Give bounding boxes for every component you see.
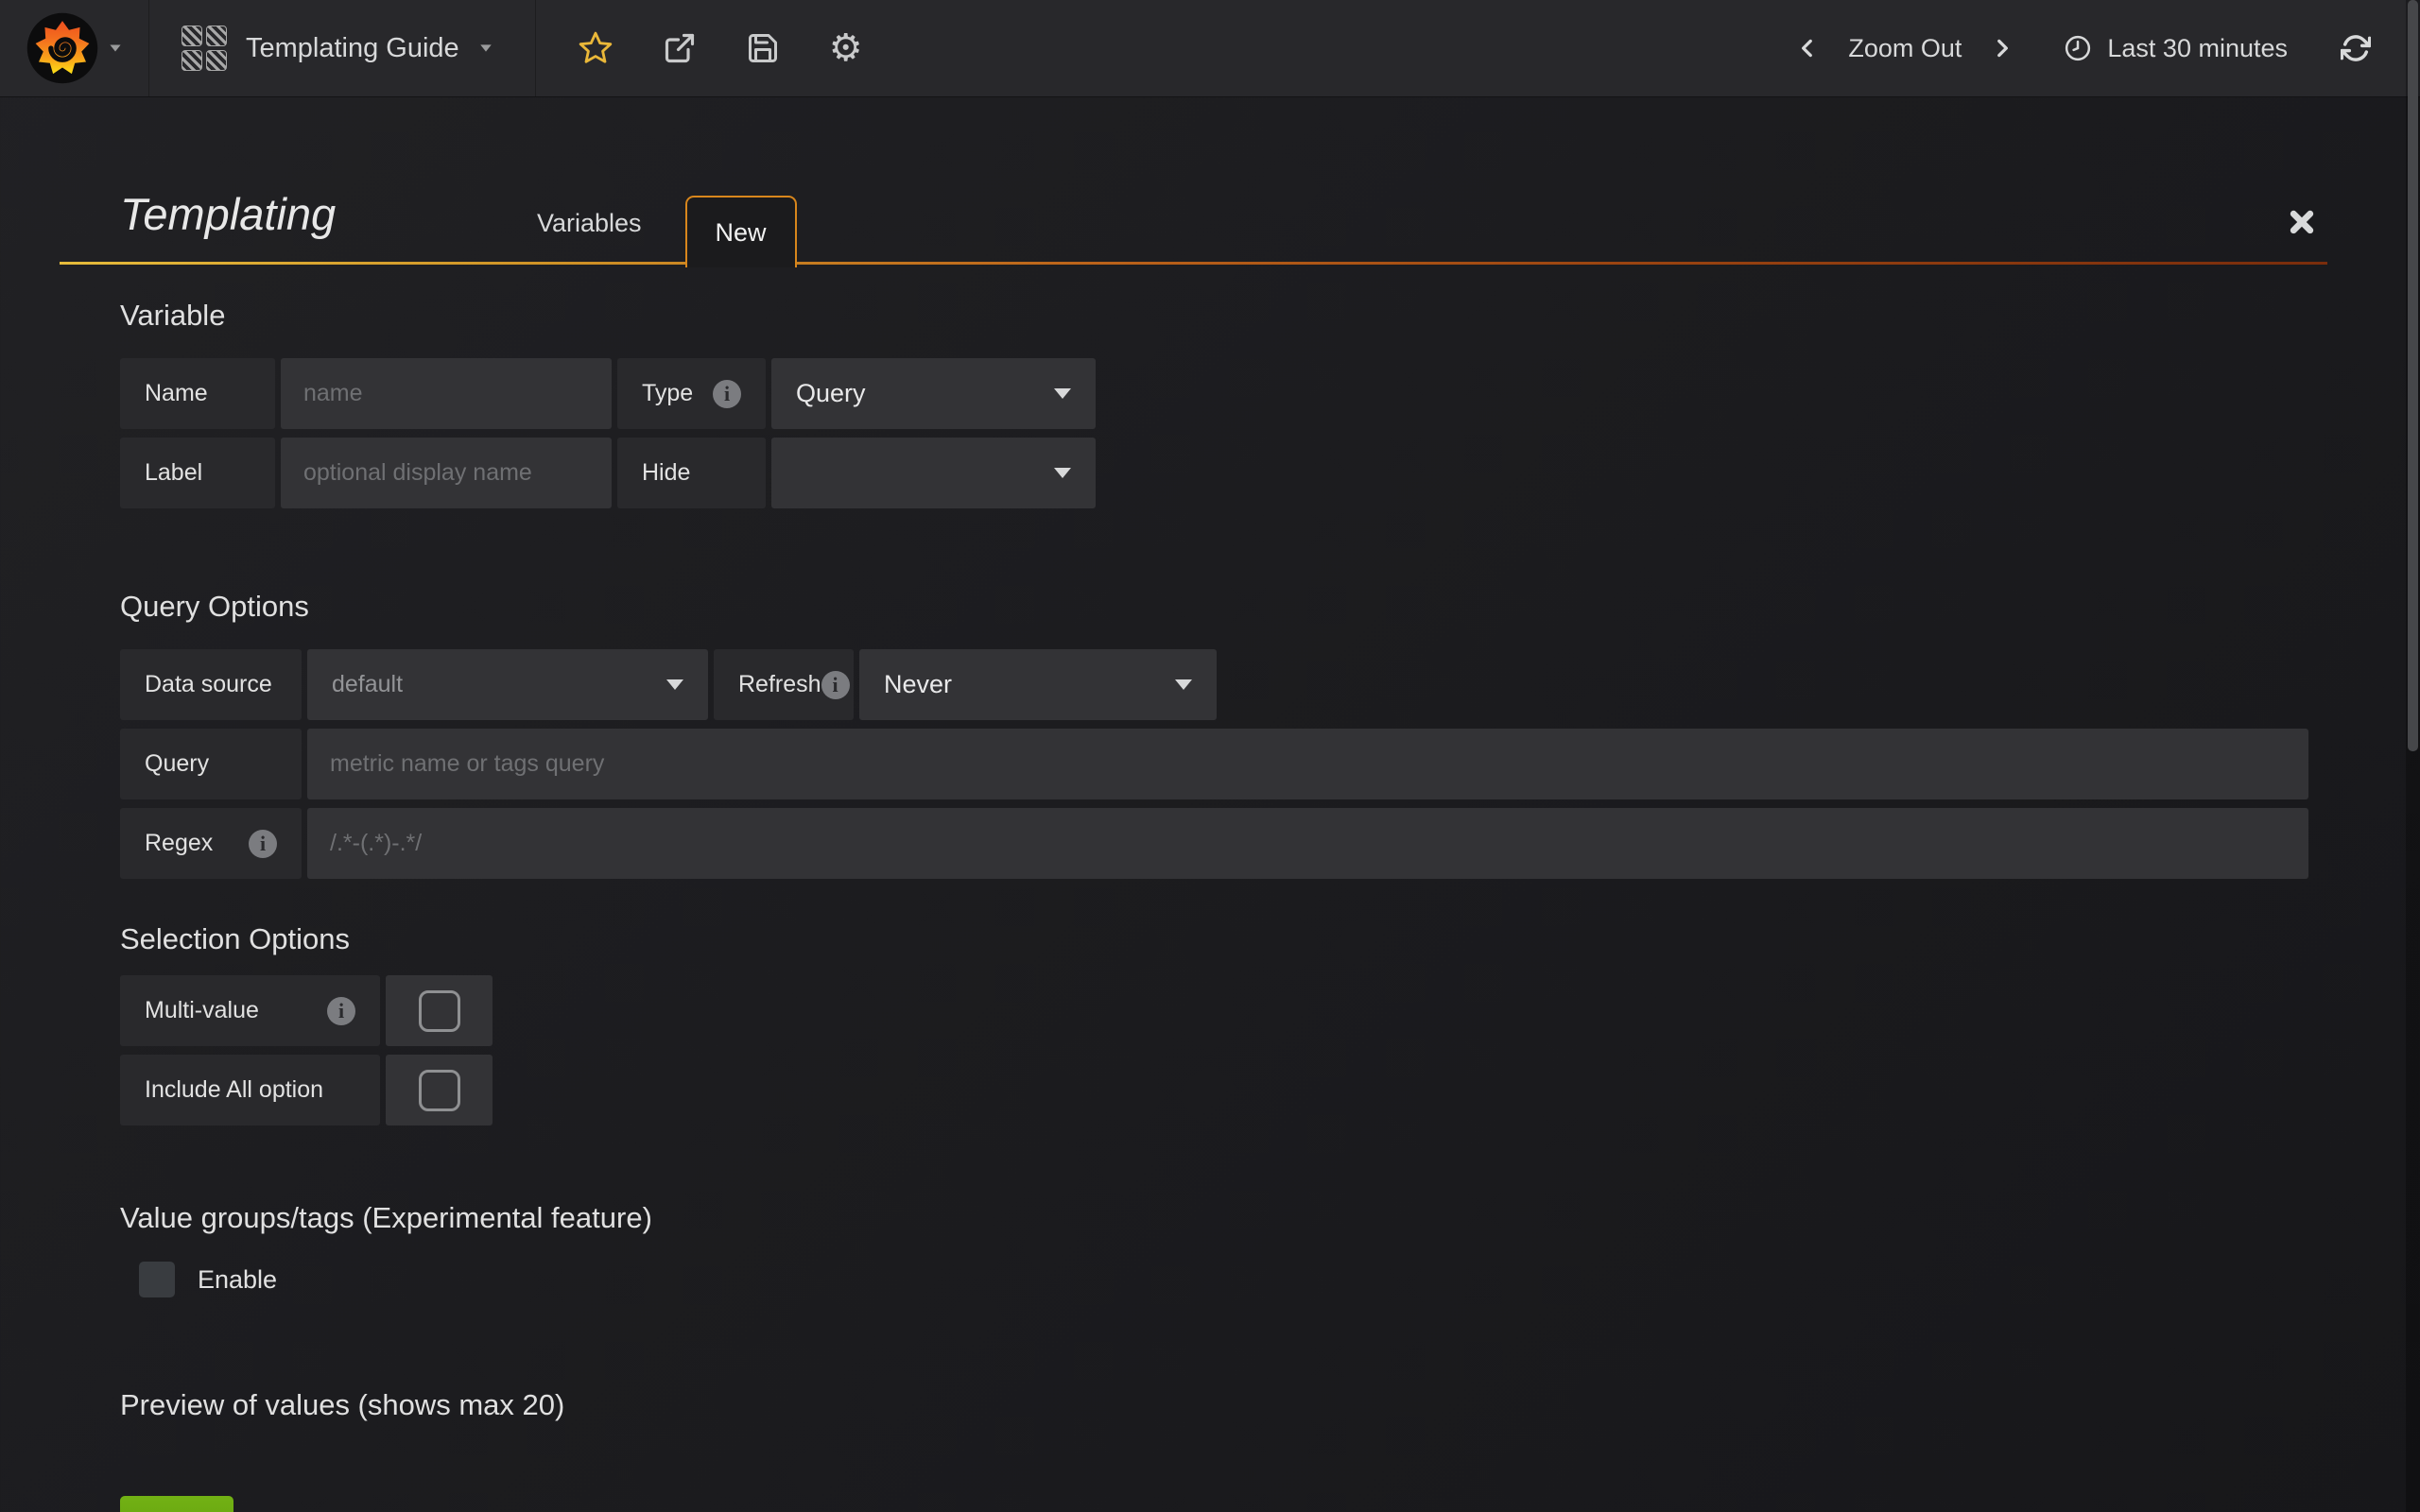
include-all-row: Include All option bbox=[120, 1055, 2308, 1125]
selection-options-heading: Selection Options bbox=[120, 922, 2354, 956]
preview-section: Preview of values (shows max 20) bbox=[120, 1388, 2354, 1422]
chevron-right-icon bbox=[1990, 36, 2014, 60]
tabs: Variables New bbox=[454, 196, 797, 265]
query-label: Query bbox=[120, 729, 302, 799]
time-forward-button[interactable] bbox=[1990, 36, 2014, 60]
type-select[interactable]: Query bbox=[771, 358, 1096, 429]
save-icon bbox=[746, 31, 780, 65]
include-all-label: Include All option bbox=[120, 1055, 380, 1125]
label-label: Label bbox=[120, 438, 275, 508]
refresh-label-text: Refresh bbox=[738, 671, 821, 698]
multi-value-label-text: Multi-value bbox=[145, 997, 259, 1024]
grafana-logo-icon bbox=[26, 12, 98, 84]
star-icon bbox=[578, 30, 614, 66]
variable-section: Variable Name Type i Query Label Hide bbox=[120, 299, 2354, 508]
chevron-left-icon bbox=[1795, 36, 1820, 60]
regex-info-icon[interactable]: i bbox=[249, 830, 277, 858]
selection-options-section: Selection Options Multi-value i Include … bbox=[120, 922, 2354, 1125]
dashboard-title: Templating Guide bbox=[246, 33, 459, 64]
scrollbar-track bbox=[2406, 0, 2420, 1512]
add-button[interactable]: Add bbox=[120, 1496, 233, 1512]
type-label-text: Type bbox=[642, 380, 693, 407]
dashboard-grid-icon bbox=[182, 26, 227, 71]
checkbox-icon bbox=[419, 990, 460, 1032]
navbar-spacer bbox=[863, 0, 1796, 96]
hide-select[interactable] bbox=[771, 438, 1096, 508]
refresh-button[interactable] bbox=[2341, 33, 2371, 63]
multi-value-checkbox[interactable] bbox=[386, 975, 493, 1046]
value-groups-section: Value groups/tags (Experimental feature)… bbox=[120, 1201, 2354, 1297]
datasource-select[interactable]: default bbox=[307, 649, 708, 720]
gear-icon: ⚙ bbox=[829, 29, 863, 67]
regex-label: Regex i bbox=[120, 808, 302, 879]
refresh-info-icon[interactable]: i bbox=[821, 671, 850, 699]
name-input[interactable] bbox=[281, 358, 612, 429]
multi-value-info-icon[interactable]: i bbox=[327, 997, 355, 1025]
tab-new[interactable]: New bbox=[685, 196, 797, 267]
zoom-out-button[interactable]: Zoom Out bbox=[1848, 34, 1962, 63]
refresh-label: Refresh i bbox=[714, 649, 854, 720]
navbar: Templating Guide ⚙ bbox=[0, 0, 2420, 97]
type-select-value: Query bbox=[796, 379, 866, 408]
hide-label: Hide bbox=[617, 438, 766, 508]
settings-button[interactable]: ⚙ bbox=[829, 29, 863, 67]
chevron-down-icon bbox=[1054, 468, 1071, 478]
value-groups-heading: Value groups/tags (Experimental feature) bbox=[120, 1201, 2354, 1235]
checkbox-icon bbox=[419, 1070, 460, 1111]
include-all-checkbox[interactable] bbox=[386, 1055, 493, 1125]
chevron-down-icon bbox=[1054, 388, 1071, 399]
enable-checkbox[interactable] bbox=[139, 1262, 175, 1297]
scrollbar-thumb[interactable] bbox=[2408, 0, 2418, 751]
query-options-section: Query Options Data source default Refres… bbox=[120, 590, 2354, 879]
grafana-menu-button[interactable] bbox=[0, 0, 149, 96]
query-options-heading: Query Options bbox=[120, 590, 2354, 624]
type-info-icon[interactable]: i bbox=[713, 380, 741, 408]
multi-value-row: Multi-value i bbox=[120, 975, 2308, 1046]
name-label: Name bbox=[120, 358, 275, 429]
enable-label: Enable bbox=[198, 1265, 277, 1295]
star-button[interactable] bbox=[578, 30, 614, 66]
datasource-row: Data source default Refresh i Never bbox=[120, 649, 2308, 720]
logo-caret-icon bbox=[110, 45, 120, 52]
time-controls: Zoom Out Last 30 minutes bbox=[1795, 0, 2420, 96]
chevron-down-icon bbox=[666, 679, 683, 690]
dashboard-caret-icon bbox=[480, 44, 492, 51]
share-icon bbox=[663, 31, 697, 65]
multi-value-label: Multi-value i bbox=[120, 975, 380, 1046]
zoom-out-label: Zoom Out bbox=[1848, 34, 1962, 63]
time-range-label: Last 30 minutes bbox=[2107, 34, 2288, 63]
datasource-label: Data source bbox=[120, 649, 302, 720]
tab-variables[interactable]: Variables bbox=[512, 209, 666, 265]
dashboard-title-dropdown[interactable]: Templating Guide bbox=[149, 0, 536, 96]
save-button[interactable] bbox=[746, 31, 780, 65]
settings-view: Templating Variables New Variable Name T… bbox=[0, 97, 2420, 1512]
navbar-actions: ⚙ bbox=[536, 0, 863, 96]
page-title: Templating bbox=[120, 188, 454, 265]
query-row: Query bbox=[120, 729, 2308, 799]
enable-row: Enable bbox=[139, 1262, 2354, 1297]
preview-heading: Preview of values (shows max 20) bbox=[120, 1388, 2354, 1422]
refresh-select[interactable]: Never bbox=[859, 649, 1217, 720]
regex-row: Regex i bbox=[120, 808, 2308, 879]
variable-row-1: Name Type i Query bbox=[120, 358, 2308, 429]
variable-heading: Variable bbox=[120, 299, 2354, 333]
regex-label-text: Regex bbox=[145, 830, 213, 857]
regex-input[interactable] bbox=[307, 808, 2308, 879]
label-input[interactable] bbox=[281, 438, 612, 508]
close-icon bbox=[2288, 208, 2316, 236]
clock-icon bbox=[2064, 34, 2092, 62]
share-button[interactable] bbox=[663, 31, 697, 65]
close-button[interactable] bbox=[2288, 208, 2316, 236]
chevron-down-icon bbox=[1175, 679, 1192, 690]
time-range-picker[interactable]: Last 30 minutes bbox=[2064, 34, 2288, 63]
refresh-icon bbox=[2341, 33, 2371, 63]
time-back-button[interactable] bbox=[1795, 36, 1820, 60]
refresh-select-value: Never bbox=[884, 670, 952, 699]
datasource-select-value: default bbox=[332, 671, 403, 698]
page-header: Templating Variables New bbox=[120, 97, 2354, 265]
type-label: Type i bbox=[617, 358, 766, 429]
query-input[interactable] bbox=[307, 729, 2308, 799]
variable-row-2: Label Hide bbox=[120, 438, 2308, 508]
